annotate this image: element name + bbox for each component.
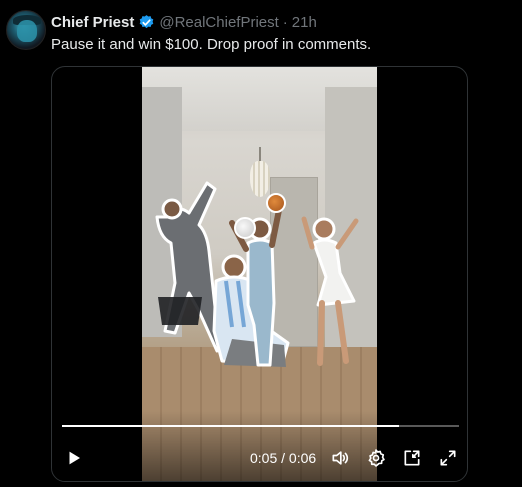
play-icon[interactable] bbox=[62, 447, 86, 469]
person-right bbox=[301, 216, 359, 366]
gear-icon[interactable] bbox=[364, 447, 388, 469]
video-progress-bar[interactable] bbox=[62, 425, 459, 427]
picture-in-picture-icon[interactable] bbox=[400, 447, 424, 469]
tweet: Chief Priest @RealChiefPriest · 21h Paus… bbox=[0, 0, 522, 487]
volume-icon[interactable] bbox=[328, 447, 352, 469]
video-progress-fill bbox=[62, 425, 400, 427]
post-time[interactable]: 21h bbox=[292, 14, 317, 31]
avatar-face bbox=[17, 20, 37, 42]
ball-orange bbox=[266, 193, 286, 213]
fullscreen-icon[interactable] bbox=[436, 447, 460, 469]
time-separator: / bbox=[277, 450, 289, 466]
video-player[interactable]: 0:05 / 0:06 bbox=[51, 66, 468, 482]
video-controls: 0:05 / 0:06 bbox=[52, 411, 467, 481]
author-handle[interactable]: @RealChiefPriest bbox=[159, 14, 278, 31]
current-time: 0:05 bbox=[250, 450, 278, 466]
meta-separator: · bbox=[282, 13, 288, 31]
video-timecode: 0:05 / 0:06 bbox=[250, 447, 316, 469]
avatar[interactable] bbox=[6, 10, 46, 50]
author-name[interactable]: Chief Priest bbox=[51, 14, 134, 31]
tweet-text: Pause it and win $100. Drop proof in com… bbox=[51, 36, 372, 53]
tweet-header: Chief Priest @RealChiefPriest · 21h bbox=[51, 12, 317, 32]
ball-white bbox=[234, 217, 256, 239]
verified-badge-icon[interactable] bbox=[138, 14, 155, 31]
duration: 0:06 bbox=[288, 450, 317, 466]
